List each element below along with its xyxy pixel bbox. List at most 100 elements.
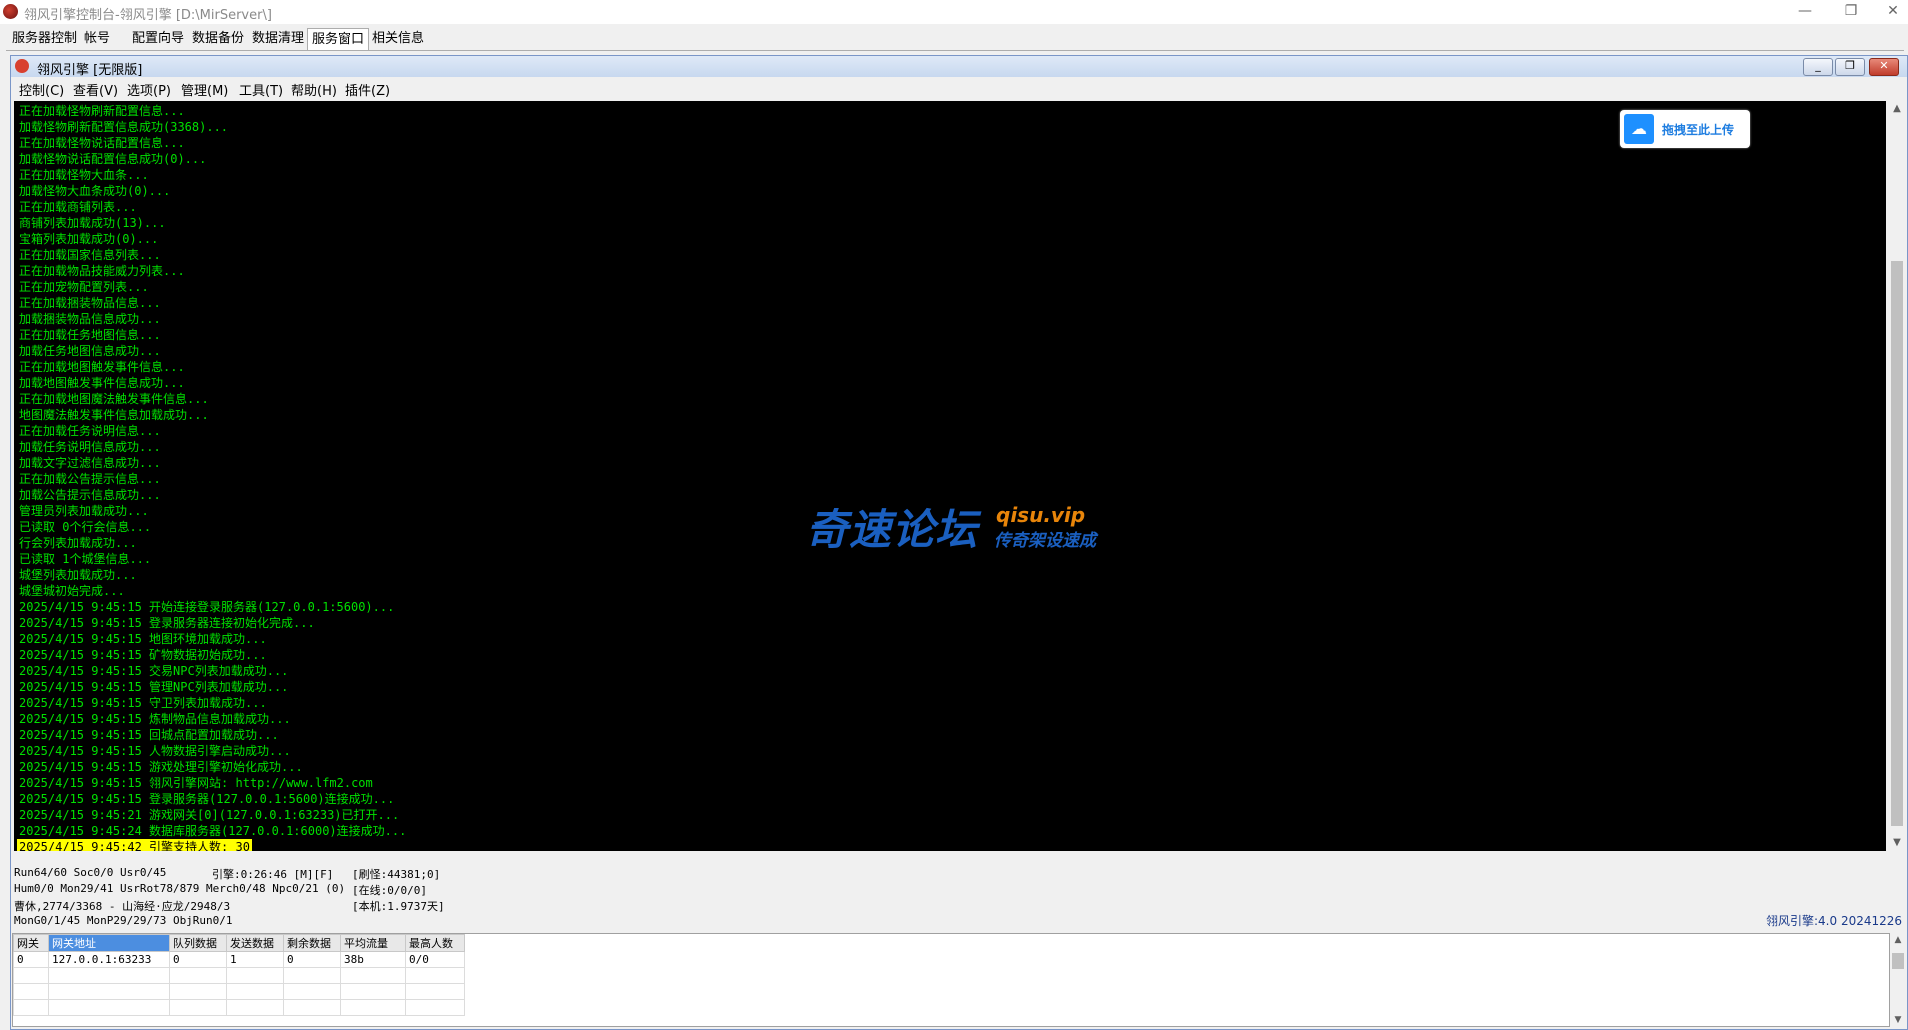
cloud-upload-icon: ☁ [1624, 114, 1654, 144]
col-remaining-data[interactable]: 剩余数据 [283, 934, 341, 952]
menu-view[interactable]: 查看(V) [73, 80, 118, 99]
engine-version: 翎风引擎:4.0 20241226 [1766, 914, 1903, 928]
tab-config-wizard[interactable]: 配置向导 [132, 30, 184, 48]
table-row-empty [13, 967, 465, 984]
log-line: 正在加载地图魔法触发事件信息... [19, 392, 209, 406]
log-line: 加载怪物大血条成功(0)... [19, 184, 171, 198]
table-scroll-thumb[interactable] [1892, 953, 1904, 969]
close-button[interactable]: ✕ [1870, 0, 1908, 24]
cell-remaining-data: 0 [283, 951, 341, 968]
mdi-close-button[interactable]: ✕ [1869, 58, 1899, 76]
tab-server-control[interactable]: 服务器控制 [12, 30, 77, 48]
tab-related-info[interactable]: 相关信息 [372, 30, 424, 48]
cell-gate-address: 127.0.0.1:63233 [48, 951, 170, 968]
cell-gate: 0 [13, 951, 49, 968]
engine-window-title: 翎风引擎 [无限版] [37, 63, 143, 78]
log-line: 2025/4/15 9:45:15 登录服务器连接初始化完成... [19, 616, 315, 630]
status-map: 曹休,2774/3368 - 山海经·应龙/2948/3 [14, 900, 231, 913]
log-line: 正在加宠物配置列表... [19, 280, 149, 294]
log-line: 加载任务地图信息成功... [19, 344, 161, 358]
gate-table: 网关 网关地址 队列数据 发送数据 剩余数据 平均流量 最高人数 0 127.0… [12, 933, 1890, 1027]
log-line: 2025/4/15 9:45:15 回城点配置加载成功... [19, 728, 279, 742]
log-line: 地图魔法触发事件信息加载成功... [19, 408, 209, 422]
app-icon [3, 4, 18, 19]
log-line: 2025/4/15 9:45:15 地图环境加载成功... [19, 632, 267, 646]
cell-sent-data: 1 [226, 951, 284, 968]
scroll-down-icon[interactable]: ▼ [1889, 835, 1905, 851]
status-engine-time: 引擎:0:26:46 [M][F] [212, 868, 334, 881]
menu-options[interactable]: 选项(P) [127, 80, 171, 99]
log-line: 商铺列表加载成功(13)... [19, 216, 166, 230]
menu-bar: 控制(C) 查看(V) 选项(P) 管理(M) 工具(T) 帮助(H) 插件(Z… [11, 78, 1907, 99]
col-avg-traffic[interactable]: 平均流量 [340, 934, 406, 952]
col-sent-data[interactable]: 发送数据 [226, 934, 284, 952]
col-queue-data[interactable]: 队列数据 [169, 934, 227, 952]
gate-table-scrollbar[interactable]: ▲ ▼ [1890, 933, 1906, 1027]
cell-avg-traffic: 38b [340, 951, 406, 968]
watermark-slogan: 传奇架设速成 [994, 531, 1096, 551]
log-line: 已读取 1个城堡信息... [19, 552, 152, 566]
restore-button[interactable]: ❐ [1828, 0, 1874, 24]
log-line: 加载任务说明信息成功... [19, 440, 161, 454]
log-line: 2025/4/15 9:45:15 翎风引擎网站: http://www.lfm… [19, 776, 373, 790]
menu-help[interactable]: 帮助(H) [291, 80, 337, 99]
log-line: 正在加载任务地图信息... [19, 328, 161, 342]
status-online: [在线:0/0/0] [352, 884, 427, 897]
log-line: 城堡列表加载成功... [19, 568, 137, 582]
tab-service-window[interactable]: 服务窗口 [307, 28, 370, 51]
scroll-up-icon[interactable]: ▲ [1889, 101, 1905, 117]
log-line: 2025/4/15 9:45:15 交易NPC列表加载成功... [19, 664, 289, 678]
status-local: [本机:1.9737天] [352, 900, 445, 913]
menu-control[interactable]: 控制(C) [19, 80, 64, 99]
log-line: 正在加载怪物说话配置信息... [19, 136, 185, 150]
menu-manage[interactable]: 管理(M) [181, 80, 228, 99]
table-row[interactable]: 0 127.0.0.1:63233 0 1 0 38b 0/0 [13, 951, 465, 968]
watermark-site: qisu.vip [996, 503, 1086, 527]
col-max-users[interactable]: 最高人数 [405, 934, 465, 952]
log-line: 2025/4/15 9:45:15 守卫列表加载成功... [19, 696, 267, 710]
tab-data-backup[interactable]: 数据备份 [192, 30, 244, 48]
log-line: 2025/4/15 9:45:15 矿物数据初始成功... [19, 648, 267, 662]
table-row-empty [13, 999, 465, 1016]
log-line: 2025/4/15 9:45:15 管理NPC列表加载成功... [19, 680, 289, 694]
window-titlebar: 翎风引擎控制台-翎风引擎 [D:\MirServer\] — ❐ ✕ [0, 0, 1908, 24]
log-line: 2025/4/15 9:45:21 游戏网关[0](127.0.0.1:6323… [19, 808, 400, 822]
cell-queue-data: 0 [169, 951, 227, 968]
log-line: 正在加载怪物刷新配置信息... [19, 104, 185, 118]
scroll-thumb[interactable] [1891, 261, 1903, 826]
mdi-restore-button[interactable]: ❐ [1835, 58, 1865, 76]
col-gate[interactable]: 网关 [13, 934, 49, 952]
log-line: 2025/4/15 9:45:24 数据库服务器(127.0.0.1:6000)… [19, 824, 407, 838]
console-scrollbar[interactable]: ▲ ▼ [1889, 101, 1905, 851]
upload-button[interactable]: ☁ 拖拽至此上传 [1620, 110, 1750, 148]
log-line: 正在加载商铺列表... [19, 200, 137, 214]
log-line: 正在加载地图触发事件信息... [19, 360, 185, 374]
log-line: 已读取 0个行会信息... [19, 520, 152, 534]
col-gate-address[interactable]: 网关地址 [48, 934, 170, 952]
log-line: 2025/4/15 9:45:15 人物数据引擎启动成功... [19, 744, 291, 758]
engine-window-titlebar: 翎风引擎 [无限版] _ ❐ ✕ [11, 56, 1907, 78]
log-line: 加载公告提示信息成功... [19, 488, 161, 502]
table-scroll-down-icon[interactable]: ▼ [1890, 1013, 1906, 1027]
table-scroll-up-icon[interactable]: ▲ [1890, 933, 1906, 947]
status-run: Run64/60 Soc0/0 Usr0/45 [14, 866, 167, 879]
status-monster-spawn: [刷怪:44381;0] [352, 868, 441, 881]
mdi-minimize-button[interactable]: _ [1803, 58, 1833, 76]
tab-data-cleanup[interactable]: 数据清理 [252, 30, 304, 48]
menu-tools[interactable]: 工具(T) [239, 80, 283, 99]
tab-account[interactable]: 帐号 [84, 30, 110, 48]
log-line: 宝箱列表加载成功(0)... [19, 232, 159, 246]
log-line: 加载文字过滤信息成功... [19, 456, 161, 470]
log-line: 正在加载任务说明信息... [19, 424, 161, 438]
log-line: 加载捆装物品信息成功... [19, 312, 161, 326]
log-line: 2025/4/15 9:45:15 开始连接登录服务器(127.0.0.1:56… [19, 600, 395, 614]
log-line: 加载地图触发事件信息成功... [19, 376, 185, 390]
menu-plugins[interactable]: 插件(Z) [345, 80, 390, 99]
minimize-button[interactable]: — [1782, 0, 1828, 24]
log-line: 加载怪物说话配置信息成功(0)... [19, 152, 207, 166]
log-console[interactable]: 正在加载怪物刷新配置信息... 加载怪物刷新配置信息成功(3368)... 正在加载… [14, 101, 1886, 851]
watermark-logo: 奇速论坛 [806, 505, 979, 554]
gate-table-header: 网关 网关地址 队列数据 发送数据 剩余数据 平均流量 最高人数 [13, 934, 465, 952]
engine-icon [15, 59, 29, 73]
log-highlight-line: 2025/4/15 9:45:42 引擎支持人数: 30 [17, 839, 252, 851]
